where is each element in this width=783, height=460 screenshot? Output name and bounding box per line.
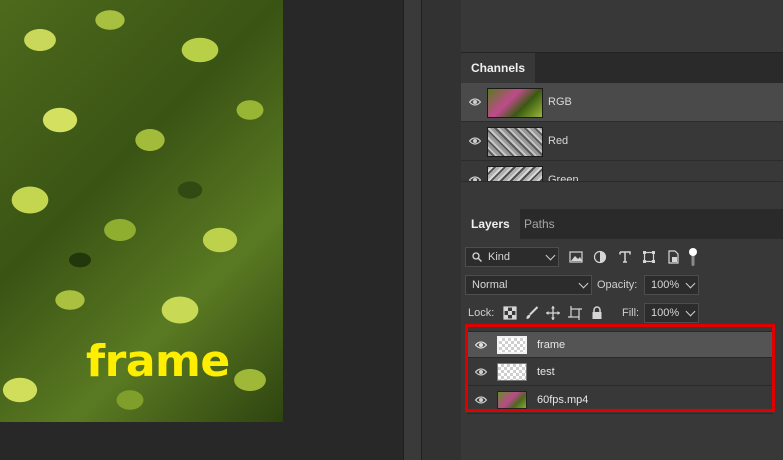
layer-row-60fps-mp4[interactable]: 60fps.mp4 (467, 387, 773, 414)
fill-field[interactable]: 100% (644, 303, 699, 323)
channel-row-green[interactable]: Green (461, 161, 783, 181)
layer-thumbnail (497, 391, 527, 409)
opacity-label: Opacity: (597, 279, 638, 291)
canvas-overlay-text: frame (86, 336, 230, 387)
lock-artboard-icon[interactable] (567, 305, 583, 321)
layer-thumbnail (497, 336, 527, 354)
lock-image-pixels-icon[interactable] (524, 305, 540, 321)
chevron-down-icon (685, 306, 696, 317)
layer-row-frame[interactable]: frame (467, 331, 773, 358)
tab-channels[interactable]: Channels (461, 53, 536, 83)
eye-icon[interactable] (469, 136, 481, 146)
channel-thumbnail (487, 88, 543, 118)
layer-row-test[interactable]: test (467, 359, 773, 386)
channels-tab-bar: Channels (461, 53, 783, 84)
blend-mode-dropdown[interactable]: Normal (465, 275, 592, 295)
channel-row-red[interactable]: Red (461, 122, 783, 161)
channels-list: RGB Red Green (461, 83, 783, 181)
eye-icon[interactable] (469, 97, 481, 107)
layers-tab-bar: Layers Paths (461, 209, 783, 240)
chevron-down-icon (578, 278, 589, 289)
layer-name[interactable]: test (537, 359, 555, 386)
opacity-value: 100% (651, 279, 680, 291)
layer-name[interactable]: frame (537, 332, 565, 359)
channel-row-rgb[interactable]: RGB (461, 83, 783, 122)
lock-all-icon[interactable] (589, 305, 605, 321)
lock-position-icon[interactable] (545, 305, 561, 321)
document-canvas-area[interactable]: frame (0, 0, 403, 460)
filter-smart-objects-icon[interactable] (665, 249, 681, 265)
eye-icon[interactable] (475, 395, 487, 405)
filter-shape-layers-icon[interactable] (641, 249, 657, 265)
right-panel-column: Channels RGB Red Green Layers Paths Kind… (461, 0, 783, 460)
upper-panel-area (461, 0, 783, 53)
layer-thumbnail (497, 363, 527, 381)
tab-paths[interactable]: Paths (514, 209, 565, 239)
chevron-down-icon (685, 278, 696, 289)
lock-label: Lock: (468, 307, 495, 319)
filter-toggle-icon[interactable] (688, 247, 698, 267)
layer-name[interactable]: 60fps.mp4 (537, 387, 588, 414)
opacity-field[interactable]: 100% (644, 275, 699, 295)
layer-filter-kind-dropdown[interactable]: Kind (465, 247, 559, 267)
fill-label: Fill: (622, 307, 640, 319)
channel-name: RGB (548, 96, 572, 108)
channel-thumbnail (487, 166, 543, 181)
channels-panel-footer (461, 181, 783, 210)
canvas-vertical-scrollbar[interactable] (403, 0, 422, 460)
blend-mode-value: Normal (472, 279, 508, 291)
chevron-down-icon (545, 250, 556, 261)
lock-transparent-pixels-icon[interactable] (502, 305, 518, 321)
collapsed-panel-dock[interactable] (421, 0, 463, 460)
eye-icon[interactable] (475, 367, 487, 377)
channel-name: Red (548, 135, 569, 147)
tab-layers[interactable]: Layers (461, 209, 520, 239)
channel-name: Green (548, 174, 579, 181)
fill-value: 100% (651, 307, 680, 319)
layers-panel-body: Kind Normal Opacity: 100% Lock: Fill: 10… (461, 239, 783, 460)
document-image[interactable]: frame (0, 0, 283, 422)
eye-icon[interactable] (475, 340, 487, 350)
search-icon (472, 252, 482, 262)
filter-adjustment-layers-icon[interactable] (592, 249, 608, 265)
filter-type-layers-icon[interactable] (617, 249, 633, 265)
layer-filter-value: Kind (488, 251, 511, 263)
filter-pixel-layers-icon[interactable] (568, 249, 584, 265)
channel-thumbnail (487, 127, 543, 157)
